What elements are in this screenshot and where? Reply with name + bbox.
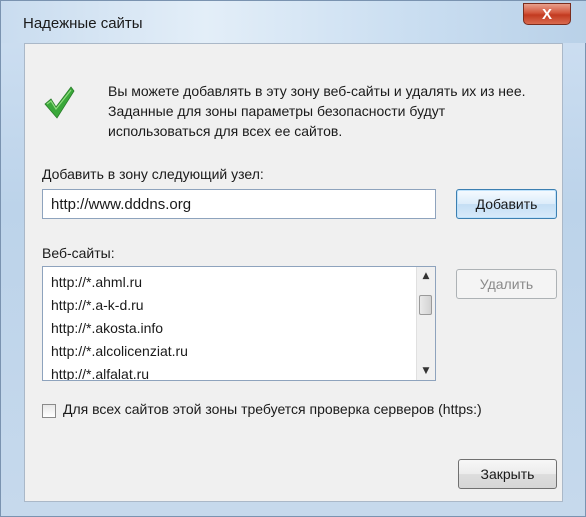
list-item[interactable]: http://*.a-k-d.ru xyxy=(51,294,188,317)
close-icon: X xyxy=(541,5,552,23)
window-title: Надежные сайты xyxy=(23,15,143,32)
list-item[interactable]: http://*.akosta.info xyxy=(51,317,188,340)
websites-label: Веб-сайты: xyxy=(42,245,115,261)
websites-list-items: http://*.ahml.ru http://*.a-k-d.ru http:… xyxy=(51,271,188,380)
dialog-body: Вы можете добавлять в эту зону веб-сайты… xyxy=(24,43,563,502)
close-window-button[interactable]: X xyxy=(523,3,571,25)
list-item[interactable]: http://*.ahml.ru xyxy=(51,271,188,294)
list-item[interactable]: http://*.alfalat.ru xyxy=(51,363,188,380)
scrollbar-thumb[interactable] xyxy=(419,295,432,315)
title-bar[interactable]: Надежные сайты X xyxy=(1,1,586,43)
add-site-label: Добавить в зону следующий узел: xyxy=(42,166,264,182)
site-url-input[interactable] xyxy=(42,189,436,219)
list-item[interactable]: http://*.alcolicenziat.ru xyxy=(51,340,188,363)
vertical-scrollbar[interactable]: ▲ ▼ xyxy=(416,267,435,380)
green-checkmark-icon xyxy=(44,86,75,119)
scroll-up-arrow-icon[interactable]: ▲ xyxy=(417,267,435,285)
websites-list[interactable]: http://*.ahml.ru http://*.a-k-d.ru http:… xyxy=(42,266,436,381)
https-required-label[interactable]: Для всех сайтов этой зоны требуется пров… xyxy=(63,401,482,417)
close-button[interactable]: Закрыть xyxy=(458,459,557,489)
https-required-checkbox[interactable] xyxy=(42,404,56,418)
add-button[interactable]: Добавить xyxy=(456,189,557,219)
dialog-window: Надежные сайты X Вы можете добавлять в э… xyxy=(0,0,586,517)
remove-button[interactable]: Удалить xyxy=(456,269,557,299)
zone-description: Вы можете добавлять в эту зону веб-сайты… xyxy=(108,83,526,139)
scroll-down-arrow-icon[interactable]: ▼ xyxy=(417,362,435,380)
